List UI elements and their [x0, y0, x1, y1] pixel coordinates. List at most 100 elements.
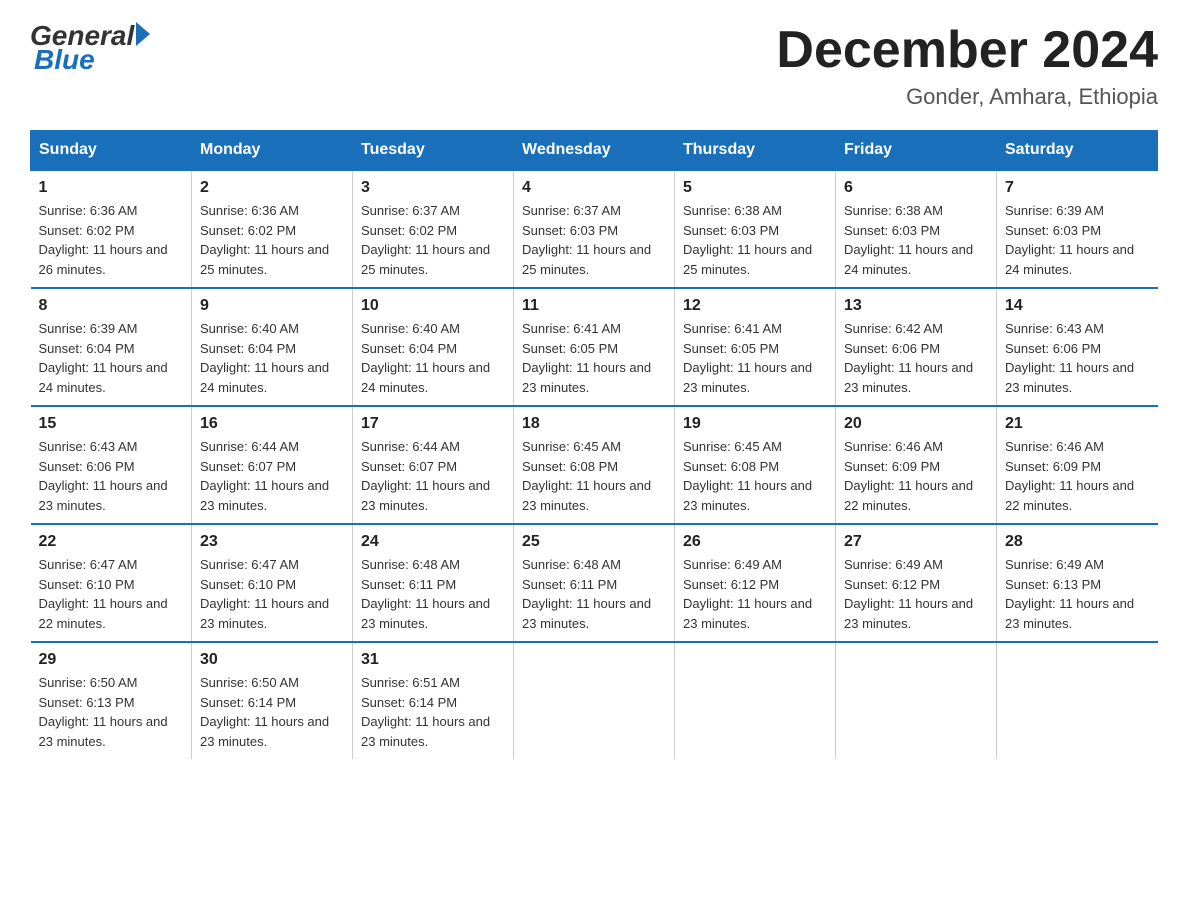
day-cell: 29 Sunrise: 6:50 AM Sunset: 6:13 PM Dayl… [31, 642, 192, 759]
day-info: Sunrise: 6:43 AM Sunset: 6:06 PM Dayligh… [39, 437, 184, 515]
week-row-5: 29 Sunrise: 6:50 AM Sunset: 6:13 PM Dayl… [31, 642, 1158, 759]
day-number: 31 [361, 651, 505, 669]
calendar-body: 1 Sunrise: 6:36 AM Sunset: 6:02 PM Dayli… [31, 170, 1158, 759]
day-info: Sunrise: 6:50 AM Sunset: 6:14 PM Dayligh… [200, 673, 344, 751]
day-number: 19 [683, 415, 827, 433]
day-cell: 20 Sunrise: 6:46 AM Sunset: 6:09 PM Dayl… [836, 406, 997, 524]
day-info: Sunrise: 6:48 AM Sunset: 6:11 PM Dayligh… [361, 555, 505, 633]
logo: General Blue [30, 20, 150, 76]
month-title: December 2024 [776, 20, 1158, 80]
week-row-3: 15 Sunrise: 6:43 AM Sunset: 6:06 PM Dayl… [31, 406, 1158, 524]
day-cell: 6 Sunrise: 6:38 AM Sunset: 6:03 PM Dayli… [836, 170, 997, 288]
day-cell: 30 Sunrise: 6:50 AM Sunset: 6:14 PM Dayl… [192, 642, 353, 759]
header-cell-thursday: Thursday [675, 131, 836, 171]
day-info: Sunrise: 6:41 AM Sunset: 6:05 PM Dayligh… [522, 319, 666, 397]
day-cell: 13 Sunrise: 6:42 AM Sunset: 6:06 PM Dayl… [836, 288, 997, 406]
day-info: Sunrise: 6:36 AM Sunset: 6:02 PM Dayligh… [39, 201, 184, 279]
day-info: Sunrise: 6:49 AM Sunset: 6:13 PM Dayligh… [1005, 555, 1150, 633]
day-number: 11 [522, 297, 666, 315]
day-info: Sunrise: 6:48 AM Sunset: 6:11 PM Dayligh… [522, 555, 666, 633]
day-info: Sunrise: 6:46 AM Sunset: 6:09 PM Dayligh… [1005, 437, 1150, 515]
day-cell: 11 Sunrise: 6:41 AM Sunset: 6:05 PM Dayl… [514, 288, 675, 406]
day-info: Sunrise: 6:39 AM Sunset: 6:03 PM Dayligh… [1005, 201, 1150, 279]
day-cell: 2 Sunrise: 6:36 AM Sunset: 6:02 PM Dayli… [192, 170, 353, 288]
day-info: Sunrise: 6:45 AM Sunset: 6:08 PM Dayligh… [522, 437, 666, 515]
day-info: Sunrise: 6:45 AM Sunset: 6:08 PM Dayligh… [683, 437, 827, 515]
day-number: 16 [200, 415, 344, 433]
logo-arrow-icon [136, 22, 150, 46]
day-number: 15 [39, 415, 184, 433]
day-cell: 28 Sunrise: 6:49 AM Sunset: 6:13 PM Dayl… [997, 524, 1158, 642]
day-cell: 26 Sunrise: 6:49 AM Sunset: 6:12 PM Dayl… [675, 524, 836, 642]
day-number: 3 [361, 179, 505, 197]
title-block: December 2024 Gonder, Amhara, Ethiopia [776, 20, 1158, 110]
header-cell-wednesday: Wednesday [514, 131, 675, 171]
day-info: Sunrise: 6:41 AM Sunset: 6:05 PM Dayligh… [683, 319, 827, 397]
day-info: Sunrise: 6:44 AM Sunset: 6:07 PM Dayligh… [200, 437, 344, 515]
day-info: Sunrise: 6:49 AM Sunset: 6:12 PM Dayligh… [844, 555, 988, 633]
day-number: 18 [522, 415, 666, 433]
calendar-header: SundayMondayTuesdayWednesdayThursdayFrid… [31, 131, 1158, 171]
day-number: 5 [683, 179, 827, 197]
day-number: 14 [1005, 297, 1150, 315]
day-number: 6 [844, 179, 988, 197]
day-number: 22 [39, 533, 184, 551]
day-number: 28 [1005, 533, 1150, 551]
day-cell: 27 Sunrise: 6:49 AM Sunset: 6:12 PM Dayl… [836, 524, 997, 642]
header-cell-monday: Monday [192, 131, 353, 171]
week-row-4: 22 Sunrise: 6:47 AM Sunset: 6:10 PM Dayl… [31, 524, 1158, 642]
day-info: Sunrise: 6:39 AM Sunset: 6:04 PM Dayligh… [39, 319, 184, 397]
day-cell: 17 Sunrise: 6:44 AM Sunset: 6:07 PM Dayl… [353, 406, 514, 524]
day-cell: 31 Sunrise: 6:51 AM Sunset: 6:14 PM Dayl… [353, 642, 514, 759]
day-cell: 18 Sunrise: 6:45 AM Sunset: 6:08 PM Dayl… [514, 406, 675, 524]
day-info: Sunrise: 6:38 AM Sunset: 6:03 PM Dayligh… [844, 201, 988, 279]
day-number: 12 [683, 297, 827, 315]
day-cell: 19 Sunrise: 6:45 AM Sunset: 6:08 PM Dayl… [675, 406, 836, 524]
day-number: 8 [39, 297, 184, 315]
location-title: Gonder, Amhara, Ethiopia [776, 84, 1158, 110]
header-cell-tuesday: Tuesday [353, 131, 514, 171]
day-cell: 10 Sunrise: 6:40 AM Sunset: 6:04 PM Dayl… [353, 288, 514, 406]
day-info: Sunrise: 6:44 AM Sunset: 6:07 PM Dayligh… [361, 437, 505, 515]
day-info: Sunrise: 6:37 AM Sunset: 6:02 PM Dayligh… [361, 201, 505, 279]
day-cell: 9 Sunrise: 6:40 AM Sunset: 6:04 PM Dayli… [192, 288, 353, 406]
day-cell: 5 Sunrise: 6:38 AM Sunset: 6:03 PM Dayli… [675, 170, 836, 288]
day-number: 25 [522, 533, 666, 551]
day-cell: 1 Sunrise: 6:36 AM Sunset: 6:02 PM Dayli… [31, 170, 192, 288]
header-cell-sunday: Sunday [31, 131, 192, 171]
day-cell: 12 Sunrise: 6:41 AM Sunset: 6:05 PM Dayl… [675, 288, 836, 406]
day-cell: 23 Sunrise: 6:47 AM Sunset: 6:10 PM Dayl… [192, 524, 353, 642]
day-info: Sunrise: 6:38 AM Sunset: 6:03 PM Dayligh… [683, 201, 827, 279]
day-cell [675, 642, 836, 759]
day-number: 30 [200, 651, 344, 669]
day-number: 17 [361, 415, 505, 433]
day-info: Sunrise: 6:47 AM Sunset: 6:10 PM Dayligh… [200, 555, 344, 633]
week-row-2: 8 Sunrise: 6:39 AM Sunset: 6:04 PM Dayli… [31, 288, 1158, 406]
day-number: 13 [844, 297, 988, 315]
day-cell: 25 Sunrise: 6:48 AM Sunset: 6:11 PM Dayl… [514, 524, 675, 642]
day-cell: 3 Sunrise: 6:37 AM Sunset: 6:02 PM Dayli… [353, 170, 514, 288]
page-header: General Blue December 2024 Gonder, Amhar… [30, 20, 1158, 110]
day-cell: 24 Sunrise: 6:48 AM Sunset: 6:11 PM Dayl… [353, 524, 514, 642]
day-number: 7 [1005, 179, 1150, 197]
calendar-table: SundayMondayTuesdayWednesdayThursdayFrid… [30, 130, 1158, 759]
header-cell-saturday: Saturday [997, 131, 1158, 171]
day-cell: 4 Sunrise: 6:37 AM Sunset: 6:03 PM Dayli… [514, 170, 675, 288]
week-row-1: 1 Sunrise: 6:36 AM Sunset: 6:02 PM Dayli… [31, 170, 1158, 288]
day-cell: 15 Sunrise: 6:43 AM Sunset: 6:06 PM Dayl… [31, 406, 192, 524]
day-number: 10 [361, 297, 505, 315]
day-info: Sunrise: 6:40 AM Sunset: 6:04 PM Dayligh… [200, 319, 344, 397]
day-cell [836, 642, 997, 759]
day-info: Sunrise: 6:40 AM Sunset: 6:04 PM Dayligh… [361, 319, 505, 397]
day-info: Sunrise: 6:50 AM Sunset: 6:13 PM Dayligh… [39, 673, 184, 751]
day-info: Sunrise: 6:36 AM Sunset: 6:02 PM Dayligh… [200, 201, 344, 279]
day-number: 2 [200, 179, 344, 197]
day-info: Sunrise: 6:46 AM Sunset: 6:09 PM Dayligh… [844, 437, 988, 515]
day-number: 29 [39, 651, 184, 669]
day-cell: 16 Sunrise: 6:44 AM Sunset: 6:07 PM Dayl… [192, 406, 353, 524]
header-cell-friday: Friday [836, 131, 997, 171]
day-number: 9 [200, 297, 344, 315]
day-number: 1 [39, 179, 184, 197]
day-cell: 21 Sunrise: 6:46 AM Sunset: 6:09 PM Dayl… [997, 406, 1158, 524]
logo-blue-text: Blue [34, 44, 150, 76]
